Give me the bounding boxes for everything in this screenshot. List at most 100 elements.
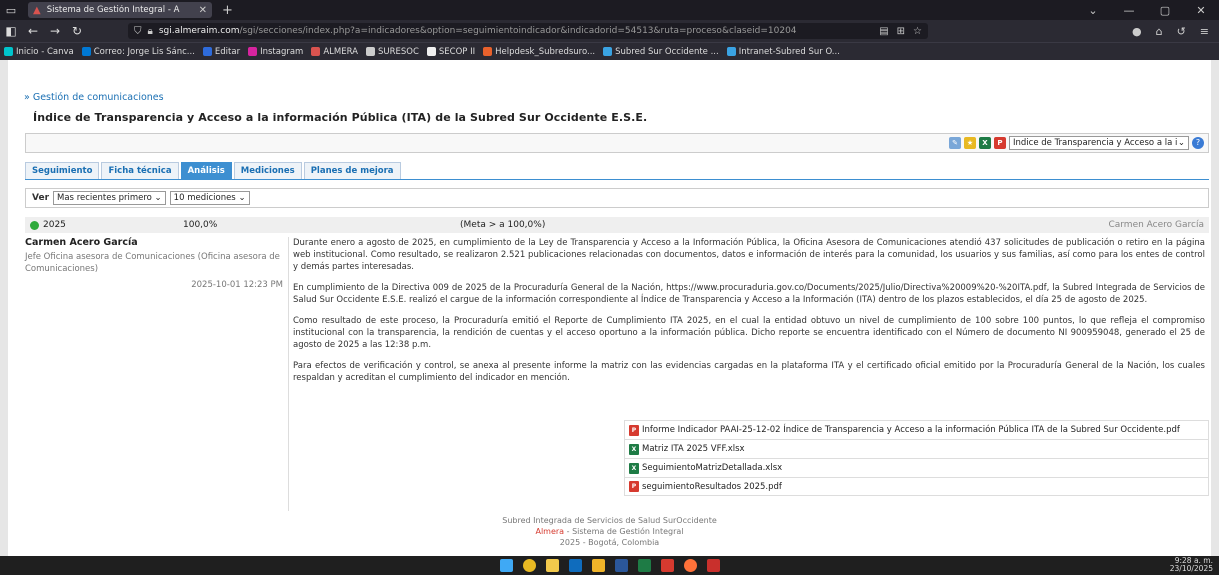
lock-icon: 🔒︎: [147, 25, 153, 37]
account-icon[interactable]: ●: [1132, 25, 1142, 38]
close-window-icon[interactable]: ✕: [1183, 4, 1219, 17]
tab-seguimiento[interactable]: Seguimiento: [25, 162, 100, 179]
menu-icon[interactable]: ≡: [1200, 25, 1209, 38]
bookmark-item[interactable]: SURESOC: [365, 46, 419, 57]
bookmark-label: Subred Sur Occidente ...: [615, 46, 719, 57]
bookmark-item[interactable]: SECOP II: [426, 46, 476, 57]
attachments-list: P Informe Indicador PAAI-25-12-02 Índice …: [624, 420, 1209, 496]
bookmark-item[interactable]: Inicio - Canva: [4, 47, 74, 57]
file-explorer-icon[interactable]: [591, 559, 605, 572]
bookmark-item[interactable]: Helpdesk_Subredsuro...: [483, 47, 595, 57]
minimize-icon[interactable]: —: [1111, 4, 1147, 17]
reload-icon[interactable]: ↻: [66, 24, 88, 38]
tab-list-icon[interactable]: ⌄: [1075, 4, 1111, 17]
bookmark-label: Helpdesk_Subredsuro...: [495, 46, 596, 57]
analysis-paragraph: Como resultado de este proceso, la Procu…: [293, 316, 1205, 350]
favorite-icon[interactable]: ★: [964, 137, 976, 149]
windows-start-icon[interactable]: [499, 559, 513, 572]
firefox-icon[interactable]: [683, 559, 697, 572]
bookmark-item[interactable]: Editar: [202, 47, 240, 57]
filter-label: Ver: [32, 193, 50, 203]
bookmark-icon: [365, 47, 375, 56]
almera-favicon-icon: ▲: [33, 4, 41, 16]
back-icon[interactable]: ←: [22, 24, 44, 38]
measurement-row[interactable]: 2025 100,0% (Meta > a 100,0%) Carmen Ace…: [25, 217, 1209, 233]
pdf-file-icon: P: [629, 481, 639, 492]
address-bar[interactable]: ⛉ 🔒︎ sgi.almeraim.com/sgi/secciones/inde…: [128, 23, 928, 39]
close-tab-icon[interactable]: ✕: [199, 5, 207, 16]
indicator-toolbar: ✎ ★ X P Índice de Transparencia y Acceso…: [25, 133, 1209, 153]
filter-bar: Ver Mas recientes primero ⌄ 10 medicione…: [25, 188, 1209, 208]
bookmark-icon: [483, 47, 493, 56]
page-footer: Subred Integrada de Servicios de Salud S…: [0, 515, 1219, 548]
footer-brand[interactable]: Almera: [535, 527, 564, 536]
bookmark-label: Instagram: [260, 46, 304, 57]
tab-análisis[interactable]: Análisis: [180, 162, 232, 179]
help-icon[interactable]: ?: [1192, 137, 1204, 149]
bookmark-item[interactable]: Intranet-Subred Sur O...: [726, 46, 840, 57]
tab-overview-icon[interactable]: ▭: [0, 0, 22, 20]
browser-nav-bar: ◧ ← → ↻ ⛉ 🔒︎ sgi.almeraim.com/sgi/seccio…: [0, 20, 1219, 42]
sync-icon[interactable]: ↺: [1177, 25, 1186, 38]
acrobat-icon[interactable]: [660, 559, 674, 572]
count-select[interactable]: 10 mediciones ⌄: [169, 191, 250, 205]
analysis-author-panel: Carmen Acero García Jefe Oficina asesora…: [25, 237, 287, 290]
word-icon[interactable]: [614, 559, 628, 572]
excel-icon[interactable]: [637, 559, 651, 572]
windows-taskbar: 9:28 a. m. 23/10/2025: [0, 556, 1219, 575]
maximize-icon[interactable]: ▢: [1147, 4, 1183, 17]
breadcrumb[interactable]: » Gestión de comunicaciones: [24, 92, 164, 103]
bookmark-item[interactable]: Subred Sur Occidente ...: [603, 47, 719, 57]
bookmark-icon: [81, 47, 91, 56]
bookmark-label: SURESOC: [377, 46, 419, 57]
order-select[interactable]: Mas recientes primero ⌄: [53, 191, 166, 205]
pdf-reader-icon[interactable]: [706, 559, 720, 572]
footer-place: 2025 - Bogotá, Colombia: [559, 538, 660, 547]
measurement-goal: (Meta > a 100,0%): [460, 220, 546, 230]
new-tab-button[interactable]: +: [222, 3, 233, 18]
bookmark-item[interactable]: ALMERA: [311, 47, 358, 57]
attachment-link[interactable]: X Matriz ITA 2025 VFF.xlsx: [624, 439, 1209, 458]
bookmark-label: Correo: Jorge Lis Sánc...: [93, 46, 195, 57]
outlook-icon[interactable]: [568, 559, 582, 572]
tab-mediciones[interactable]: Mediciones: [233, 162, 302, 179]
analysis-author: Carmen Acero García: [25, 237, 138, 248]
attachment-link[interactable]: P Informe Indicador PAAI-25-12-02 Índice …: [624, 420, 1209, 439]
notes-icon[interactable]: [545, 559, 559, 572]
browser-tab[interactable]: ▲ Sistema de Gestión Integral - A ✕: [28, 2, 212, 18]
reader-view-icon[interactable]: ▤: [879, 26, 888, 37]
bookmark-item[interactable]: Instagram: [248, 47, 303, 57]
forward-icon[interactable]: →: [44, 24, 66, 38]
bookmark-icon: [248, 47, 258, 56]
extensions-icon[interactable]: ⌂: [1156, 25, 1163, 38]
measurement-year: 2025: [43, 220, 66, 230]
bookmark-icon: [4, 47, 13, 56]
chrome-icon[interactable]: [522, 559, 536, 572]
bookmark-icon: [726, 47, 736, 56]
page-title: Índice de Transparencia y Acceso a la in…: [33, 111, 648, 124]
tab-planes-de-mejora[interactable]: Planes de mejora: [303, 162, 401, 179]
bookmark-icon: [426, 47, 436, 56]
bookmark-label: Intranet-Subred Sur O...: [738, 46, 840, 57]
analysis-author-role: Jefe Oficina asesora de Comunicaciones (…: [25, 252, 280, 274]
edit-icon[interactable]: ✎: [949, 137, 961, 149]
browser-tab-title: Sistema de Gestión Integral - A: [46, 5, 180, 15]
bookmark-item[interactable]: Correo: Jorge Lis Sánc...: [81, 46, 195, 57]
bookmark-label: SECOP II: [438, 46, 476, 57]
footer-org: Subred Integrada de Servicios de Salud S…: [502, 516, 717, 525]
indicator-select[interactable]: Índice de Transparencia y Acceso a la in…: [1009, 136, 1189, 150]
screenshot-icon[interactable]: ⊞: [897, 26, 905, 37]
url-text: sgi.almeraim.com/sgi/secciones/index.php…: [158, 26, 797, 36]
bookmark-star-icon[interactable]: ☆: [913, 26, 922, 37]
chevron-down-icon: ⌄: [238, 193, 246, 203]
analysis-paragraph: En cumplimiento de la Directiva 009 de 2…: [293, 283, 1205, 305]
pdf-export-icon[interactable]: P: [994, 137, 1006, 149]
chevron-down-icon: ⌄: [154, 193, 162, 203]
excel-export-icon[interactable]: X: [979, 137, 991, 149]
system-clock[interactable]: 9:28 a. m. 23/10/2025: [1170, 557, 1213, 573]
tab-ficha-técnica[interactable]: Ficha técnica: [101, 162, 179, 179]
attachment-link[interactable]: PseguimientoResultados 2025.pdf: [624, 477, 1209, 496]
shield-icon: ⛉: [134, 25, 142, 37]
attachment-link[interactable]: X SeguimientoMatrizDetallada.xlsx: [624, 458, 1209, 477]
sidebar-toggle-icon[interactable]: ◧: [0, 24, 22, 38]
